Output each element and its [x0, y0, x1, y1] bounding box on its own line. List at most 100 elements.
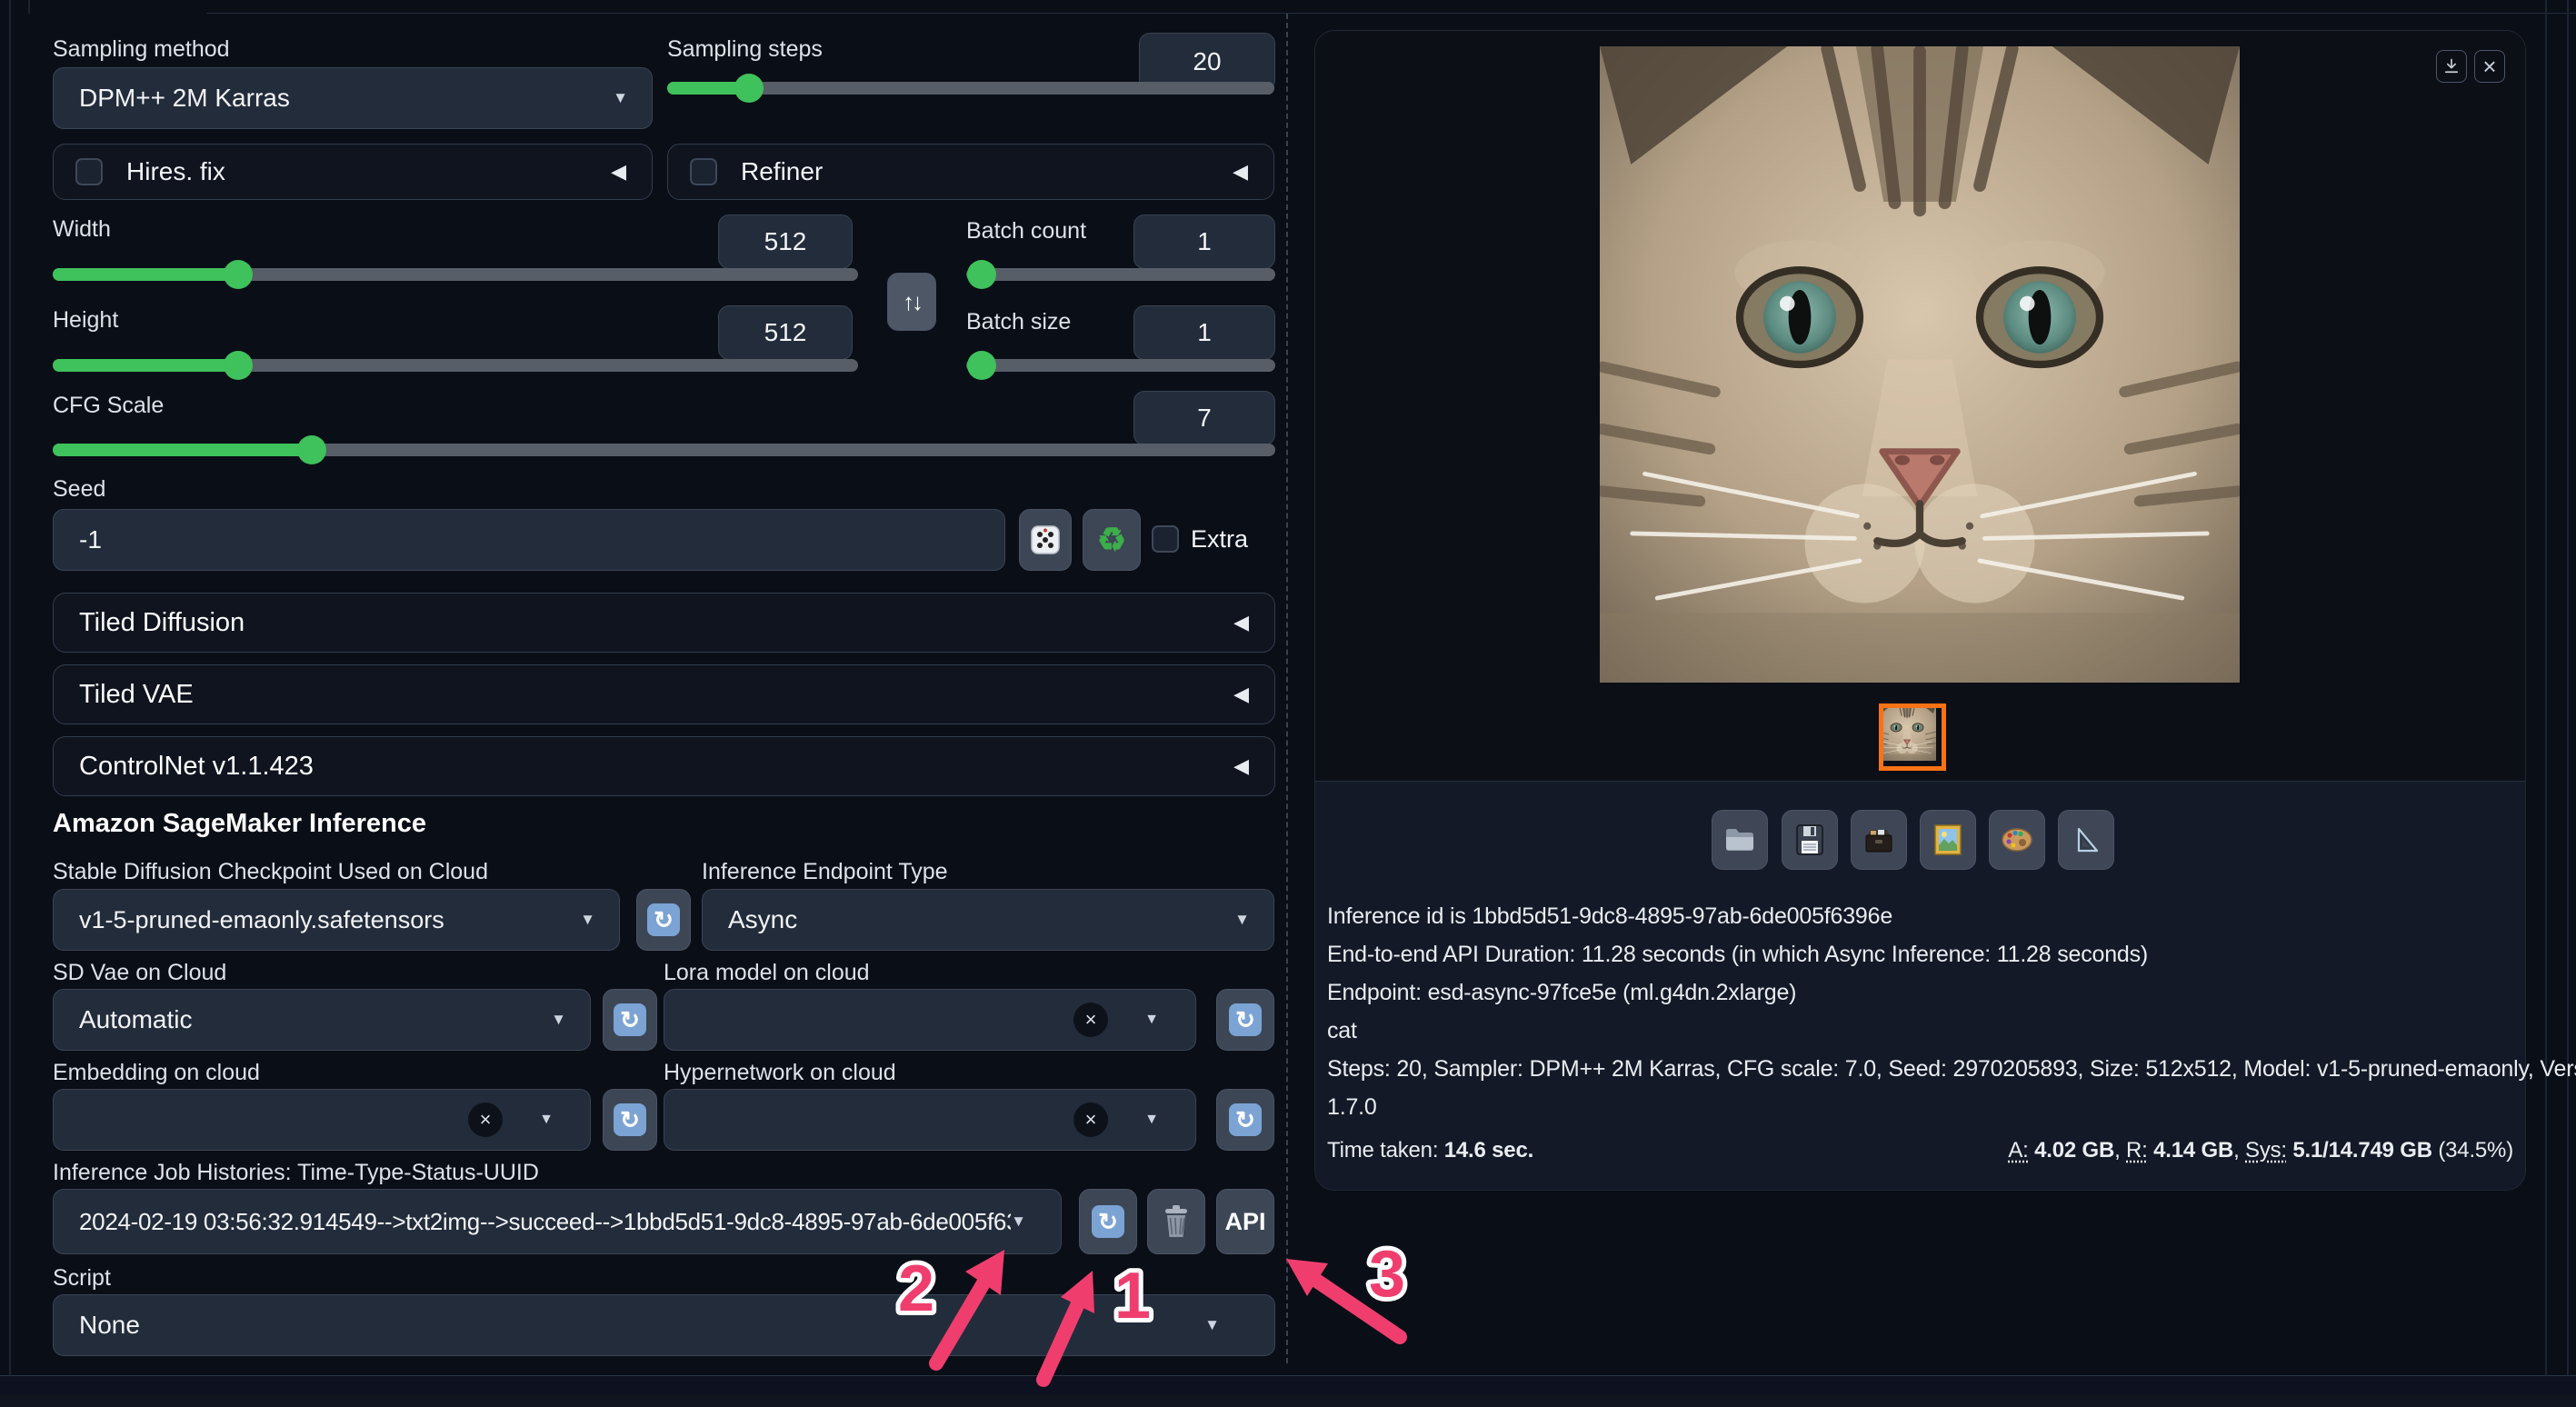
accordion-tiled-diffusion[interactable]: Tiled Diffusion ◀ [53, 593, 1275, 653]
download-image-button[interactable] [2436, 50, 2467, 83]
collapse-icon: ◀ [1233, 611, 1249, 634]
refresh-checkpoint-button[interactable]: ↻ [636, 889, 691, 951]
save-zip-button[interactable] [1851, 810, 1907, 870]
slider-handle[interactable] [297, 435, 326, 464]
panel-divider[interactable] [1286, 14, 1288, 1363]
batch-size-slider[interactable] [966, 359, 1275, 372]
endpoint-type-label: Inference Endpoint Type [702, 859, 948, 885]
batch-count-label: Batch count [966, 218, 1086, 244]
hypernetwork-multiselect[interactable]: × ▼ [664, 1089, 1196, 1151]
cfg-scale-label: CFG Scale [53, 393, 164, 419]
width-label: Width [53, 216, 111, 243]
accordion-title: Tiled Diffusion [54, 608, 1233, 638]
memory-sys-value: 5.1/14.749 GB [2287, 1138, 2432, 1163]
sd-vae-dropdown[interactable]: Automatic ▼ [53, 989, 591, 1051]
checkpoint-dropdown[interactable]: v1-5-pruned-emaonly.safetensors ▼ [53, 889, 620, 951]
slider-handle[interactable] [224, 260, 253, 289]
width-value[interactable]: 512 [718, 215, 853, 269]
chevron-down-icon: ▼ [613, 89, 628, 107]
api-duration-text: End-to-end API Duration: 11.28 seconds (… [1327, 942, 2148, 968]
send-to-inpaint-button[interactable] [1989, 810, 2045, 870]
slider-fill [53, 268, 240, 281]
collapse-icon: ◀ [611, 160, 626, 184]
hypernetwork-label: Hypernetwork on cloud [664, 1060, 896, 1086]
chevron-down-icon: ▼ [580, 911, 595, 929]
refresh-icon: ↻ [614, 1003, 646, 1036]
refresh-job-histories-button[interactable]: ↻ [1079, 1189, 1137, 1254]
open-folder-button[interactable] [1712, 810, 1768, 870]
sampling-method-dropdown[interactable]: DPM++ 2M Karras ▼ [53, 67, 653, 129]
save-image-button[interactable] [1782, 810, 1838, 870]
seed-input[interactable]: -1 [53, 509, 1005, 571]
batch-count-slider[interactable] [966, 268, 1275, 281]
collapse-icon: ◀ [1233, 160, 1248, 184]
batch-count-value[interactable]: 1 [1133, 215, 1275, 269]
endpoint-type-dropdown[interactable]: Async ▼ [702, 889, 1274, 951]
floppy-disk-icon [1796, 824, 1823, 855]
clear-selection-icon[interactable]: × [1073, 1103, 1108, 1137]
script-label: Script [53, 1265, 111, 1292]
width-slider[interactable] [53, 268, 858, 281]
refresh-embedding-button[interactable]: ↻ [603, 1089, 657, 1151]
refresh-hypernetwork-button[interactable]: ↻ [1216, 1089, 1274, 1151]
sampling-method-label: Sampling method [53, 36, 230, 63]
chevron-down-icon: ▼ [539, 1112, 554, 1128]
slider-handle[interactable] [967, 260, 996, 289]
accordion-controlnet[interactable]: ControlNet v1.1.423 ◀ [53, 736, 1275, 796]
delete-job-history-button[interactable] [1147, 1189, 1205, 1254]
cfg-scale-slider[interactable] [53, 444, 1275, 456]
refresh-icon: ↻ [614, 1103, 646, 1136]
slider-handle[interactable] [967, 351, 996, 380]
hires-fix-checkbox[interactable] [75, 158, 103, 185]
sampling-steps-slider[interactable] [667, 82, 1274, 95]
slider-handle[interactable] [734, 74, 764, 103]
gallery-thumbnail-selected[interactable] [1879, 704, 1946, 771]
close-image-button[interactable]: × [2474, 50, 2505, 83]
sampling-method-value: DPM++ 2M Karras [54, 84, 613, 113]
api-button[interactable]: API [1216, 1189, 1274, 1254]
accordion-tiled-vae[interactable]: Tiled VAE ◀ [53, 664, 1275, 724]
send-to-img2img-button[interactable] [1920, 810, 1976, 870]
send-to-extras-button[interactable] [2058, 810, 2114, 870]
clear-selection-icon[interactable]: × [1073, 1003, 1108, 1037]
right-gutter-line-1 [2545, 0, 2547, 1407]
hires-fix-accordion[interactable]: Hires. fix ◀ [53, 144, 653, 200]
height-slider[interactable] [53, 359, 858, 372]
lora-multiselect[interactable]: × ▼ [664, 989, 1196, 1051]
memory-a-label: A: [2008, 1138, 2028, 1163]
refiner-checkbox[interactable] [690, 158, 717, 185]
sagemaker-section-title: Amazon SageMaker Inference [53, 809, 426, 839]
framed-picture-icon [1934, 824, 1962, 855]
slider-handle[interactable] [224, 351, 253, 380]
chevron-down-icon: ▼ [1144, 1112, 1159, 1128]
reuse-seed-button[interactable]: ♻ [1083, 509, 1141, 571]
batch-size-label: Batch size [966, 309, 1071, 335]
job-histories-dropdown[interactable]: 2024-02-19 03:56:32.914549-->txt2img-->s… [53, 1189, 1062, 1254]
extra-seed-label: Extra [1191, 525, 1248, 554]
memory-r-value: 4.14 GB [2148, 1138, 2233, 1163]
extra-seed-checkbox[interactable] [1152, 525, 1179, 553]
embedding-multiselect[interactable]: × ▼ [53, 1089, 591, 1151]
clear-selection-icon[interactable]: × [468, 1103, 503, 1137]
refresh-icon: ↻ [1092, 1205, 1124, 1238]
script-dropdown[interactable]: None ▼ [53, 1294, 1275, 1356]
generated-image[interactable] [1600, 46, 2240, 683]
bottom-strip-2 [0, 1394, 2576, 1407]
recycle-icon: ♻ [1097, 521, 1126, 559]
accordion-title: Tiled VAE [54, 680, 1233, 710]
checkpoint-label: Stable Diffusion Checkpoint Used on Clou… [53, 859, 488, 885]
annotation-arrow-3 [1315, 1280, 1400, 1337]
random-seed-button[interactable] [1019, 509, 1072, 571]
chevron-down-icon: ▼ [1234, 911, 1250, 929]
height-value[interactable]: 512 [718, 305, 853, 360]
batch-size-value[interactable]: 1 [1133, 305, 1275, 360]
slider-fill [53, 359, 240, 372]
swap-icon: ↑↓ [903, 288, 921, 316]
refresh-sd-vae-button[interactable]: ↻ [603, 989, 657, 1051]
palette-icon [2002, 827, 2032, 853]
refresh-icon: ↻ [1229, 1003, 1262, 1036]
refresh-lora-button[interactable]: ↻ [1216, 989, 1274, 1051]
swap-dimensions-button[interactable]: ↑↓ [887, 273, 936, 331]
refiner-accordion[interactable]: Refiner ◀ [667, 144, 1274, 200]
cfg-scale-value[interactable]: 7 [1133, 391, 1275, 445]
